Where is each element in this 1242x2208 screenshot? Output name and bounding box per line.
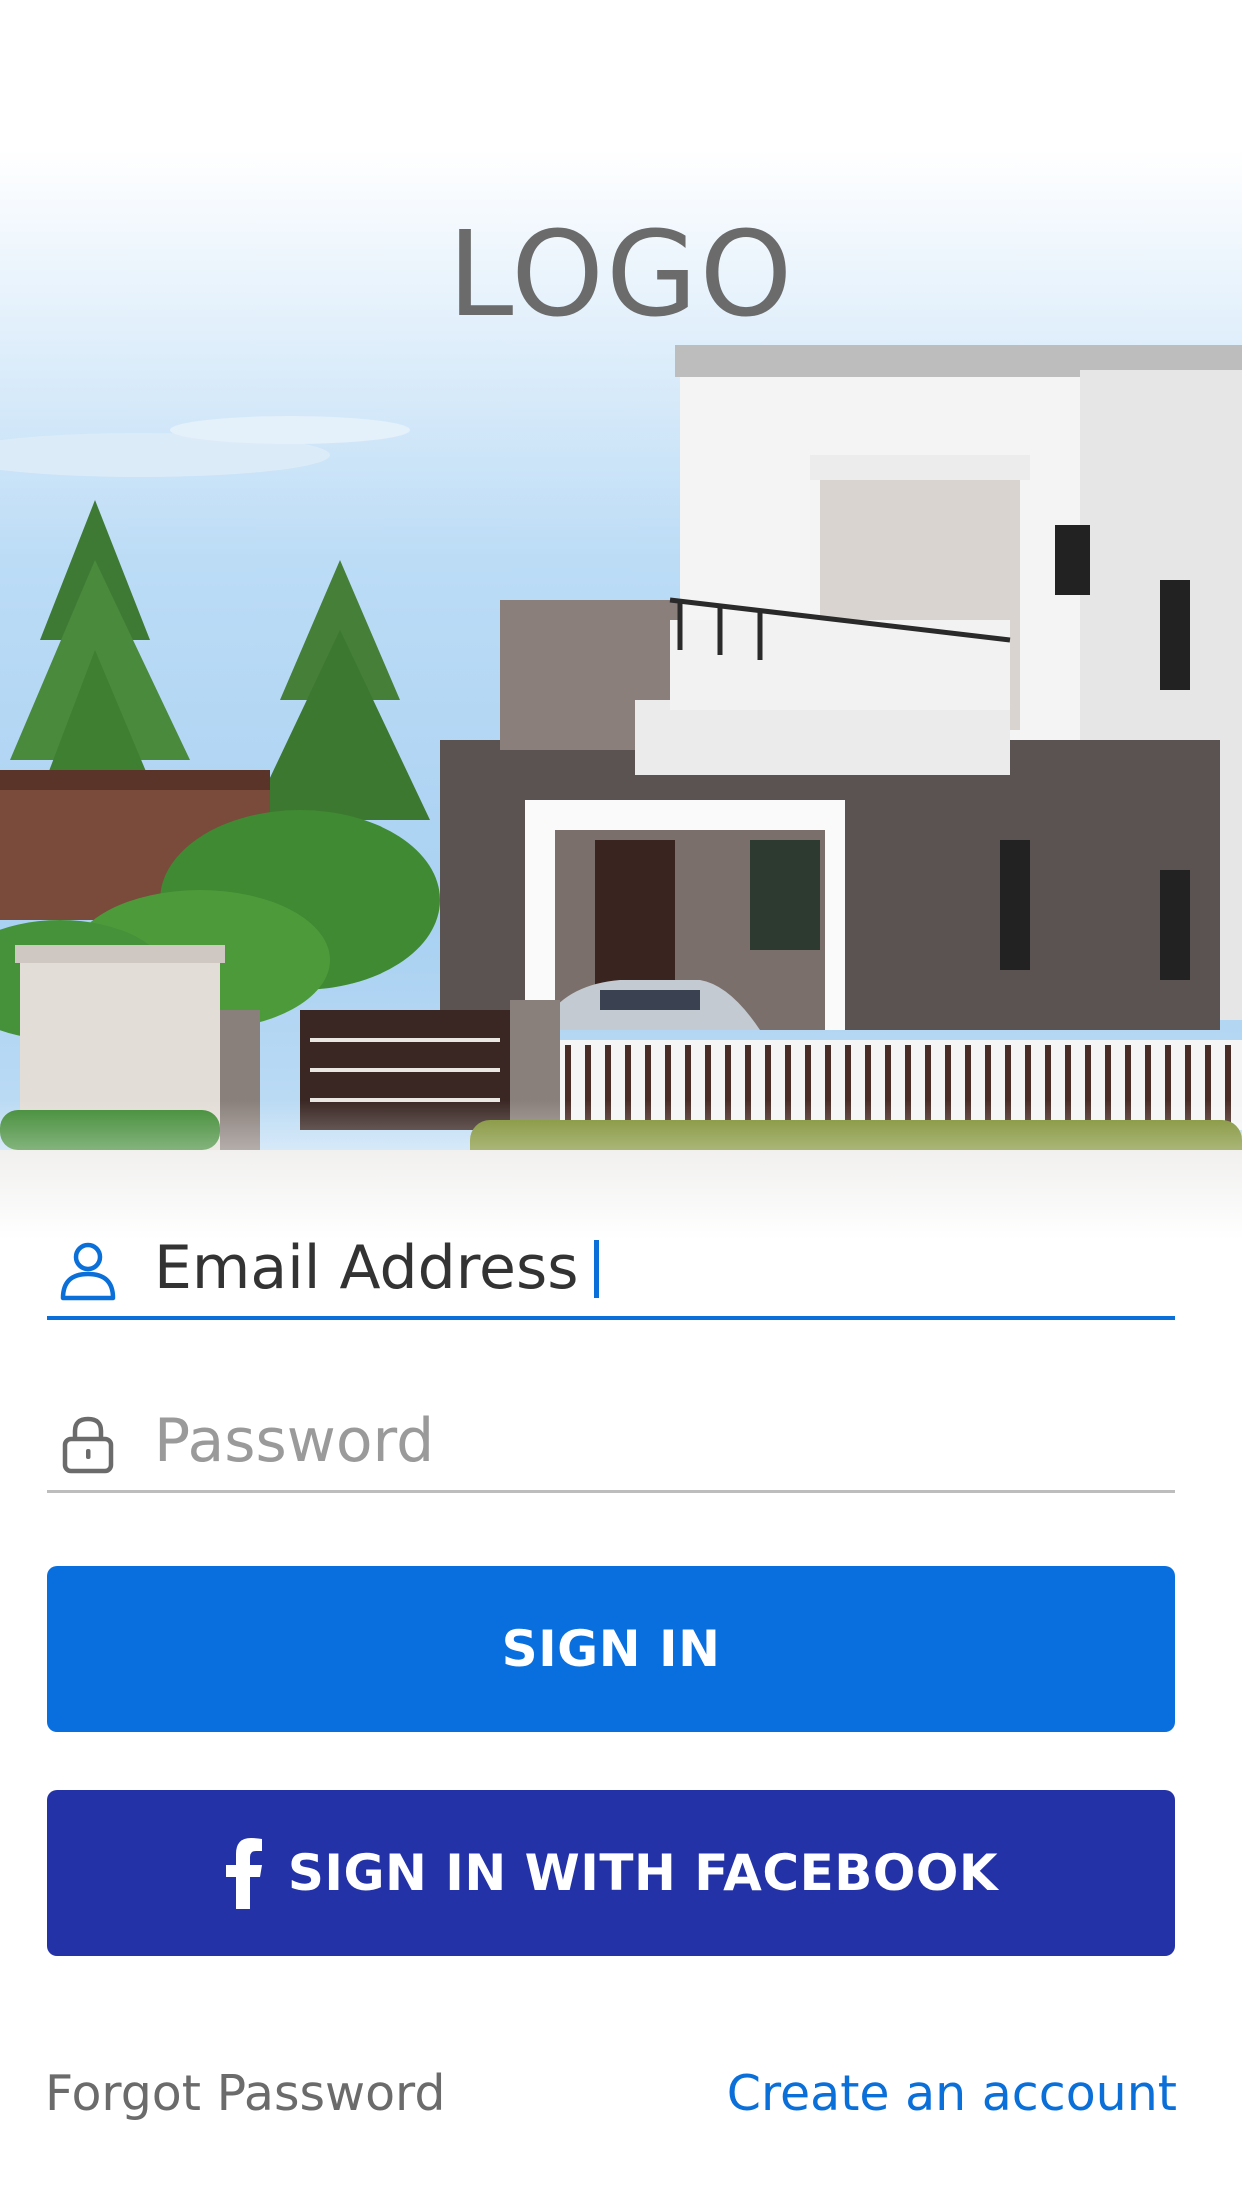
facebook-icon (225, 1838, 262, 1909)
email-input-value: Email Address (154, 1233, 579, 1303)
forgot-password-link[interactable]: Forgot Password (45, 2065, 445, 2122)
sign-in-button[interactable]: SIGN IN (47, 1566, 1175, 1732)
password-field[interactable]: Password (47, 1383, 1175, 1493)
user-icon (60, 1242, 116, 1301)
email-field[interactable]: Email Address (47, 1210, 1175, 1320)
email-input[interactable]: Email Address (154, 1228, 600, 1308)
password-underline (47, 1490, 1175, 1493)
create-account-link[interactable]: Create an account (727, 2065, 1177, 2122)
facebook-sign-in-label: SIGN IN WITH FACEBOOK (287, 1844, 999, 1902)
app-logo: LOGO (447, 205, 795, 343)
hero-image: LOGO (0, 0, 1242, 1240)
lock-icon (62, 1416, 114, 1474)
email-underline (47, 1316, 1175, 1320)
sign-in-label: SIGN IN (501, 1620, 721, 1678)
password-input[interactable]: Password (154, 1401, 434, 1481)
text-caret (594, 1240, 600, 1298)
house-illustration (0, 0, 1242, 1240)
facebook-sign-in-button[interactable]: SIGN IN WITH FACEBOOK (47, 1790, 1175, 1956)
